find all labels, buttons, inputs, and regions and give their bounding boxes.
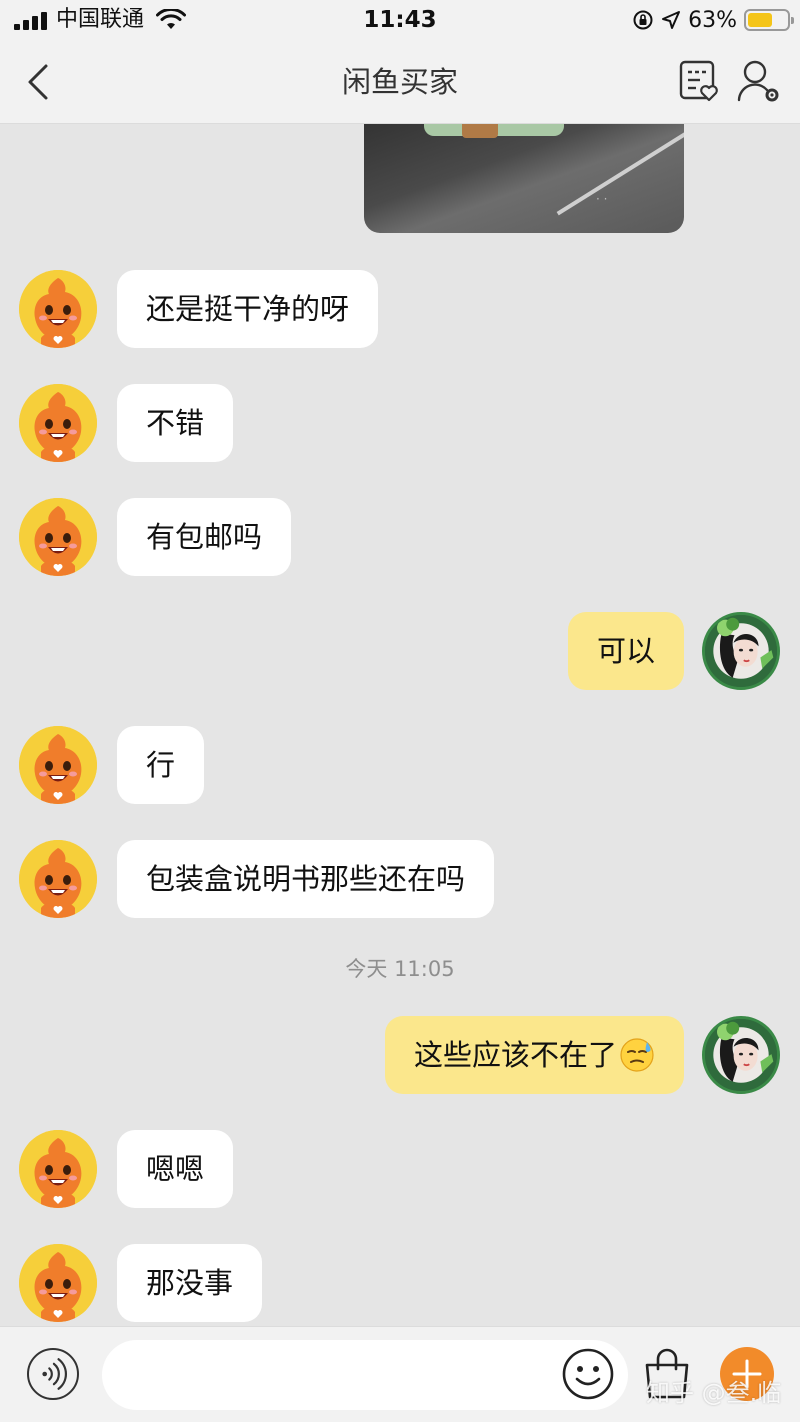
buyer-avatar[interactable] (19, 1244, 97, 1322)
user-settings-icon[interactable] (736, 58, 780, 104)
time-divider: 今天 11:05 (345, 957, 455, 981)
seller-avatar[interactable] (702, 1016, 780, 1094)
message-text: 行 (146, 748, 176, 782)
buyer-avatar[interactable] (19, 1130, 97, 1208)
buyer-avatar[interactable] (19, 840, 97, 918)
orientation-lock-icon (633, 10, 653, 30)
received-message-bubble[interactable]: 行 (117, 726, 205, 804)
status-bar: 中国联通 11:43 63% (0, 0, 800, 40)
buyer-avatar[interactable] (19, 498, 97, 576)
message-text: 可以 (596, 634, 655, 668)
message-text: 那没事 (146, 1266, 234, 1300)
battery-percent: 63% (688, 7, 737, 33)
buyer-avatar[interactable] (19, 384, 97, 462)
seller-avatar[interactable] (702, 612, 780, 690)
received-message-bubble[interactable]: 包装盒说明书那些还在吗 (117, 840, 495, 918)
nav-bar: 闲鱼买家 (0, 40, 800, 124)
buyer-avatar[interactable] (19, 270, 97, 348)
image-message[interactable]: · · (364, 124, 684, 233)
message-text: 嗯嗯 (146, 1152, 205, 1186)
message-input[interactable] (102, 1340, 628, 1410)
message-text: 还是挺干净的呀 (146, 292, 350, 326)
watermark: 知乎 @叁.临 (646, 1379, 782, 1407)
received-message-bubble[interactable]: 有包邮吗 (117, 498, 292, 576)
received-message-bubble[interactable]: 那没事 (117, 1244, 263, 1322)
message-text: 包装盒说明书那些还在吗 (146, 862, 466, 896)
received-message-bubble[interactable]: 还是挺干净的呀 (117, 270, 379, 348)
smiley-icon[interactable] (561, 1347, 615, 1401)
location-icon (662, 11, 681, 29)
voice-icon[interactable] (27, 1348, 79, 1400)
sent-message-bubble[interactable]: 可以 (567, 612, 684, 690)
note-heart-icon[interactable] (678, 58, 720, 104)
chat-area[interactable]: · · 还是挺干净的呀 不错 有包邮吗 可以 行 包装盒说明书那些还在吗 这些应… (0, 124, 800, 1326)
battery-icon (744, 9, 794, 31)
message-text: 不错 (146, 406, 205, 440)
sweat-face-emoji (619, 1037, 655, 1073)
message-text: 有包邮吗 (146, 520, 263, 554)
message-text: 这些应该不在了 (413, 1038, 617, 1072)
buyer-avatar[interactable] (19, 726, 97, 804)
sent-message-bubble[interactable]: 这些应该不在了 (384, 1016, 684, 1094)
received-message-bubble[interactable]: 不错 (117, 384, 234, 462)
input-bar: 知乎 @叁.临 (0, 1326, 800, 1422)
battery-level (748, 13, 772, 27)
received-message-bubble[interactable]: 嗯嗯 (117, 1130, 234, 1208)
